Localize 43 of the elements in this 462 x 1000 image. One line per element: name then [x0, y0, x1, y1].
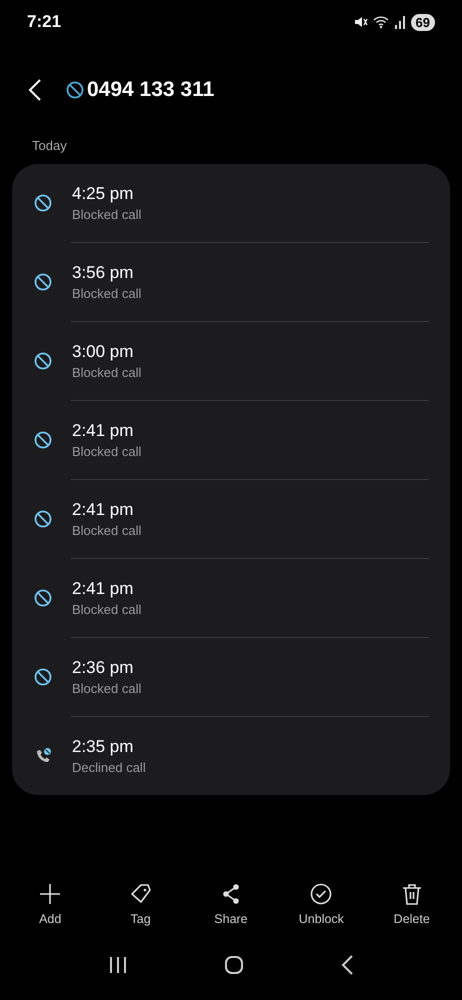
- call-time: 4:25 pm: [72, 184, 134, 204]
- action-button[interactable]: Share: [188, 878, 273, 930]
- call-time: 2:41 pm: [72, 421, 134, 441]
- call-type: Declined call: [72, 760, 146, 775]
- call-type: Blocked call: [72, 523, 142, 538]
- call-time: 3:56 pm: [72, 263, 134, 283]
- phone-blocked-icon: [34, 747, 52, 765]
- blocked-icon: [34, 668, 52, 686]
- call-type: Blocked call: [72, 681, 142, 696]
- status-time: 7:21: [27, 12, 62, 32]
- check-circle-icon: [309, 882, 334, 906]
- call-time: 2:41 pm: [72, 500, 134, 520]
- blocked-icon: [34, 431, 52, 449]
- call-time: 3:00 pm: [72, 342, 134, 362]
- action-button[interactable]: Tag: [98, 878, 183, 930]
- signal-icon: [394, 15, 406, 29]
- call-time: 2:35 pm: [72, 737, 134, 757]
- home-icon[interactable]: [224, 955, 244, 975]
- action-button[interactable]: Unblock: [279, 878, 364, 930]
- tag-icon: [128, 882, 153, 906]
- blocked-icon: [34, 589, 52, 607]
- blocked-icon: [34, 273, 52, 291]
- call-type: Blocked call: [72, 602, 142, 617]
- blocked-icon: [34, 194, 52, 212]
- call-type: Blocked call: [72, 365, 142, 380]
- call-type: Blocked call: [72, 207, 142, 222]
- back-icon[interactable]: [340, 955, 354, 975]
- blocked-icon: [34, 352, 52, 370]
- call-time: 2:36 pm: [72, 658, 134, 678]
- call-time: 2:41 pm: [72, 579, 134, 599]
- phone-number: 0494 133 311: [87, 78, 214, 102]
- blocked-icon: [66, 81, 84, 99]
- recent-apps-icon[interactable]: [108, 956, 128, 974]
- wifi-icon: [372, 15, 389, 29]
- blocked-icon: [34, 510, 52, 528]
- action-button[interactable]: Delete: [370, 878, 454, 930]
- section-header: Today: [31, 137, 68, 155]
- plus-icon: [38, 882, 62, 906]
- mute-icon: [354, 15, 368, 29]
- battery-level: 69: [410, 14, 435, 30]
- call-type: Blocked call: [72, 444, 142, 459]
- action-button[interactable]: Add: [8, 878, 92, 930]
- call-type: Blocked call: [72, 286, 142, 301]
